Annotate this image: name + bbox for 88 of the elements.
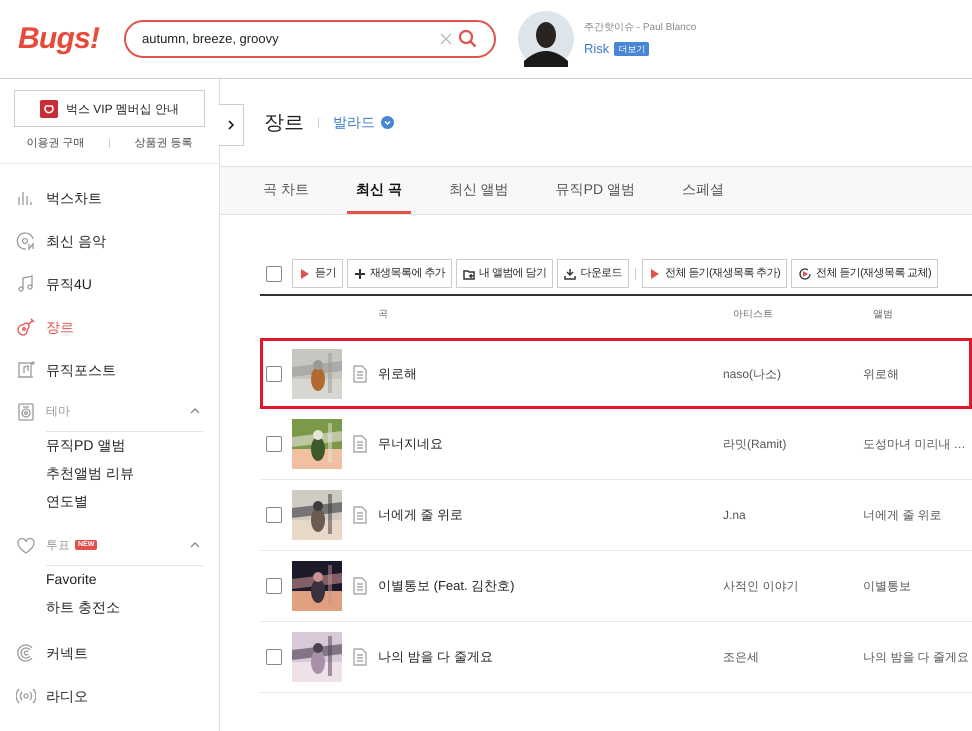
sidebar-item[interactable]: 라디오 [0, 674, 219, 718]
column-header: 앨범 [873, 308, 893, 322]
sidebar-subitem[interactable]: 추천앨범 리뷰 [0, 460, 219, 488]
column-header: 아티스트 [733, 308, 774, 322]
table-row[interactable]: 이별통보 (Feat. 김찬호) 사적인 이야기 이별통보 [260, 551, 972, 622]
sidebar-item[interactable]: 뮤직포스트 [0, 348, 219, 392]
hot-issue-label: 주간핫이슈 - Paul Blanco [584, 20, 696, 35]
toolbar-button[interactable]: 내 앨범에 담기 [456, 259, 554, 288]
album-name[interactable]: 위로해 [863, 364, 899, 382]
tab[interactable]: 최신 앨범 [440, 167, 518, 214]
song-title[interactable]: 너에게 줄 위로 [378, 505, 723, 525]
membership-link[interactable]: 상품권 등록 [134, 135, 193, 152]
highlighted-row[interactable]: 위로해 naso(나소) 위로해 [260, 338, 972, 409]
genre-dropdown[interactable]: 발라드 [333, 112, 394, 133]
sidebar-item[interactable]: 뮤직4U [0, 262, 219, 306]
membership-link[interactable]: 이용권 구매 [26, 135, 84, 152]
chevron-right-icon [226, 120, 236, 130]
artist-name[interactable]: 라밋(Ramit) [723, 435, 863, 453]
toolbar-button[interactable]: 듣기 [292, 259, 343, 288]
toolbar-button[interactable]: 전체 듣기(재생목록 추가) [642, 259, 788, 288]
tab[interactable]: 스페셜 [673, 167, 734, 214]
vip-membership-button[interactable]: 벅스 VIP 멤버십 안내 [14, 90, 205, 127]
song-title[interactable]: 위로해 [378, 364, 723, 384]
toolbar-button[interactable]: 재생목록에 추가 [346, 259, 452, 288]
sidebar-subitem[interactable]: 연도별 [0, 488, 219, 516]
radio-waves-icon [16, 686, 36, 706]
checkbox[interactable] [266, 649, 282, 665]
issue-title-link[interactable]: Risk [584, 38, 610, 58]
disc-icon [16, 231, 36, 251]
song-title[interactable]: 무너지네요 [378, 434, 723, 454]
column-header: 곡 [378, 308, 389, 322]
artist-name[interactable]: 사적인 이야기 [723, 577, 863, 595]
checkbox[interactable] [266, 366, 282, 382]
more-button[interactable]: 더보기 [614, 42, 650, 56]
guitar-icon [16, 317, 36, 337]
lyrics-icon[interactable] [352, 648, 368, 666]
sidebar-subitem[interactable]: 뮤직PD 앨범 [0, 432, 219, 460]
heart-icon [16, 536, 36, 556]
artist-name[interactable]: 조은세 [723, 648, 863, 666]
checkbox[interactable] [266, 436, 282, 452]
tab[interactable]: 뮤직PD 앨범 [546, 167, 644, 214]
sidebar-item[interactable]: 장르 [0, 306, 219, 348]
sidebar-subitem[interactable]: 하트 충전소 [0, 594, 219, 622]
sidebar-subitem[interactable]: Favorite [0, 566, 219, 594]
chevron-down-icon [381, 116, 394, 129]
sidebar-section-title: 테마 [46, 403, 70, 420]
checkbox[interactable] [266, 266, 282, 282]
play-icon [299, 268, 311, 280]
membership-icon [40, 100, 58, 118]
sidebar-item[interactable]: 최신 음악 [0, 220, 219, 262]
clear-icon[interactable] [440, 33, 452, 45]
download-icon [564, 268, 576, 280]
album-name[interactable]: 이별통보 [863, 577, 911, 595]
sidebar-item[interactable]: 커넥트 [0, 632, 219, 674]
lyrics-icon[interactable] [352, 435, 368, 453]
table-row[interactable]: 무너지네요 라밋(Ramit) 도성마녀 미리내 … [260, 409, 972, 480]
album-name[interactable]: 너에게 줄 위로 [863, 506, 942, 524]
search-icon[interactable] [458, 29, 478, 49]
logo[interactable]: Bugs! [18, 24, 108, 54]
toolbar-button[interactable]: 전체 듣기(재생목록 교체) [791, 259, 938, 288]
tab[interactable]: 곡 차트 [254, 167, 318, 214]
table-row[interactable]: 너에게 줄 위로 J.na 너에게 줄 위로 [260, 480, 972, 551]
speaker-icon [16, 402, 36, 422]
checkbox[interactable] [266, 507, 282, 523]
album-name[interactable]: 나의 밤을 다 줄게요 [863, 648, 970, 666]
music-post-icon [16, 360, 36, 380]
sidebar-section-title: 투표 [46, 537, 70, 554]
album-name[interactable]: 도성마녀 미리내 … [863, 435, 966, 453]
page-title: 장르 [264, 110, 304, 136]
song-title[interactable]: 나의 밤을 다 줄게요 [378, 647, 723, 667]
avatar[interactable] [518, 11, 574, 67]
song-title[interactable]: 이별통보 (Feat. 김찬호) [378, 576, 723, 596]
artist-name[interactable]: naso(나소) [723, 364, 863, 382]
plus-icon [354, 268, 366, 280]
table-row[interactable]: 나의 밤을 다 줄게요 조은세 나의 밤을 다 줄게요 [260, 622, 972, 693]
play-icon [649, 268, 661, 280]
search-field[interactable]: autumn, breeze, groovy [124, 20, 496, 58]
replay-icon [798, 266, 812, 280]
search-value: autumn, breeze, groovy [142, 30, 280, 48]
lyrics-icon[interactable] [352, 506, 368, 524]
sidebar-item[interactable]: 벅스차트 [0, 176, 219, 220]
checkbox[interactable] [266, 578, 282, 594]
toolbar-button[interactable]: 다운로드 [557, 259, 629, 288]
tab[interactable]: 최신 곡 [346, 167, 411, 214]
add-album-icon [463, 268, 476, 280]
lyrics-icon[interactable] [352, 577, 368, 595]
artist-name[interactable]: J.na [723, 506, 863, 524]
lyrics-icon[interactable] [352, 364, 368, 382]
